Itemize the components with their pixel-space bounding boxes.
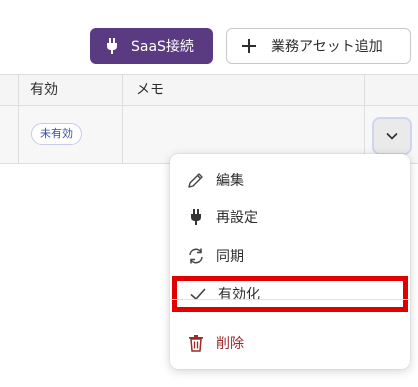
column-divider [364, 75, 365, 106]
menu-item-label: 有効化 [218, 287, 260, 303]
toolbar: SaaS接続 業務アセット追加 [0, 0, 418, 74]
menu-item-delete[interactable]: 削除 [170, 325, 410, 361]
add-business-asset-label: 業務アセット追加 [271, 39, 383, 55]
trash-icon [186, 333, 206, 353]
chevron-down-icon [386, 132, 398, 140]
menu-item-label: 再設定 [216, 210, 258, 226]
menu-item-label: 編集 [216, 173, 244, 189]
column-divider [18, 106, 19, 163]
plus-icon [241, 38, 257, 54]
menu-item-edit[interactable]: 編集 [170, 162, 410, 198]
add-business-asset-button[interactable]: 業務アセット追加 [226, 28, 411, 64]
menu-item-enable[interactable]: 有効化 [172, 276, 408, 312]
menu-item-label: 削除 [216, 336, 244, 352]
menu-item-sync[interactable]: 同期 [170, 238, 410, 274]
row-actions-menu: 編集 再設定 同期 有効化 削除 [170, 154, 410, 369]
sync-icon [186, 246, 206, 266]
column-divider [18, 75, 19, 106]
column-header-memo: メモ [136, 82, 164, 98]
plug-icon [102, 36, 122, 56]
pencil-icon [186, 170, 206, 190]
menu-item-label: 同期 [216, 249, 244, 265]
row-actions-button[interactable] [372, 117, 412, 155]
status-badge: 未有効 [31, 123, 82, 145]
table-header: 有効 メモ [0, 74, 418, 106]
asset-table: 有効 メモ 未有効 [0, 74, 418, 164]
column-header-enabled: 有効 [30, 82, 58, 98]
column-divider [122, 106, 123, 163]
menu-divider [170, 299, 410, 300]
menu-item-reconfigure[interactable]: 再設定 [170, 199, 410, 235]
plug-icon [186, 207, 206, 227]
column-divider [122, 75, 123, 106]
saas-connect-button[interactable]: SaaS接続 [90, 28, 213, 64]
saas-connect-label: SaaS接続 [131, 39, 194, 55]
check-icon [188, 284, 208, 304]
